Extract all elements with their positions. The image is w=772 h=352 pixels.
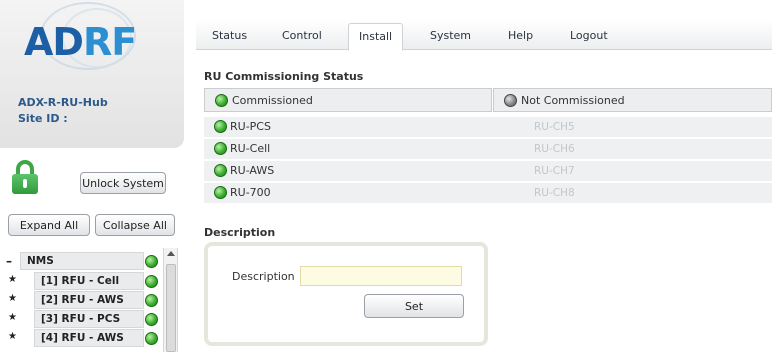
status-led-green-icon (145, 332, 158, 345)
legend-commissioned-label: Commissioned (232, 93, 313, 107)
status-led-green-icon (145, 294, 158, 307)
ru-status-row: RU-AWS RU-CH7 (204, 161, 772, 181)
ru-channel-name: RU-CH6 (534, 143, 575, 155)
status-led-green-icon (214, 186, 227, 199)
ru-status-row: RU-Cell RU-CH6 (204, 139, 772, 159)
description-field-label: Description (232, 270, 295, 283)
tree-root-row[interactable]: – NMS (0, 252, 184, 270)
tree-scrollbar[interactable] (163, 248, 178, 352)
ru-channel-name: RU-CH7 (534, 165, 575, 177)
tab-status[interactable]: Status (212, 29, 247, 42)
status-led-green-icon (145, 313, 158, 326)
tab-system[interactable]: System (430, 29, 471, 42)
device-tree: – NMS ★ [1] RFU - Cell ★ [2] RFU - AWS ★… (0, 248, 184, 352)
status-led-green-icon (214, 120, 227, 133)
tree-item-label[interactable]: [3] RFU - PCS (34, 310, 144, 328)
ru-status-row: RU-700 RU-CH8 (204, 183, 772, 203)
ru-name: RU-PCS (230, 120, 271, 133)
legend-not-commissioned: Not Commissioned (493, 88, 772, 112)
scrollbar-thumb[interactable] (166, 264, 176, 352)
tree-item-label[interactable]: [1] RFU - Cell (34, 272, 144, 290)
expand-all-button[interactable]: Expand All (8, 214, 90, 236)
tree-item[interactable]: ★ [1] RFU - Cell (0, 272, 184, 290)
tab-control[interactable]: Control (282, 29, 322, 42)
tree-item[interactable]: ★ [4] RFU - AWS (0, 329, 184, 347)
tab-logout[interactable]: Logout (570, 29, 608, 42)
ru-name: RU-Cell (230, 142, 271, 155)
collapse-all-button[interactable]: Collapse All (95, 214, 175, 236)
status-led-green-icon (145, 275, 158, 288)
ru-channel-name: RU-CH8 (534, 187, 575, 199)
unlock-system-button[interactable]: Unlock System (80, 172, 166, 194)
legend-commissioned: Commissioned (204, 88, 492, 112)
device-info-panel: ADRF ADX-R-RU-Hub Site ID : (0, 0, 184, 148)
status-led-green-icon (145, 255, 158, 268)
scroll-up-arrow-icon[interactable] (167, 251, 175, 256)
site-id-label: Site ID : (18, 112, 68, 125)
description-input[interactable] (300, 266, 462, 286)
star-icon: ★ (8, 331, 17, 342)
star-icon: ★ (8, 293, 17, 304)
status-led-grey-icon (504, 93, 517, 107)
tree-root-label[interactable]: NMS (20, 252, 144, 270)
ru-status-row: RU-PCS RU-CH5 (204, 117, 772, 137)
padlock-open-icon (12, 160, 38, 194)
main-nav: Status Control Install System Help Logou… (196, 20, 772, 51)
ru-name: RU-AWS (230, 164, 275, 177)
description-title: Description (204, 226, 276, 239)
tree-item[interactable]: ★ [3] RFU - PCS (0, 310, 184, 328)
star-icon: ★ (8, 274, 17, 285)
collapse-icon[interactable]: – (6, 254, 12, 268)
description-panel: Description Set (204, 242, 488, 346)
ru-commissioning-title: RU Commissioning Status (204, 70, 364, 83)
tree-item[interactable]: ★ [2] RFU - AWS (0, 291, 184, 309)
status-led-green-icon (214, 164, 227, 177)
status-led-green-icon (215, 93, 228, 107)
tree-item-label[interactable]: [2] RFU - AWS (34, 291, 144, 309)
legend-not-commissioned-label: Not Commissioned (521, 93, 625, 107)
tab-help[interactable]: Help (508, 29, 533, 42)
ru-name: RU-700 (230, 186, 271, 199)
tree-item-label[interactable]: [4] RFU - AWS (34, 329, 144, 347)
set-button[interactable]: Set (364, 294, 464, 318)
ru-channel-name: RU-CH5 (534, 121, 575, 133)
device-name: ADX-R-RU-Hub (18, 96, 108, 109)
status-led-green-icon (214, 142, 227, 155)
tab-install[interactable]: Install (348, 23, 404, 51)
adrf-logo: ADRF (24, 20, 137, 64)
star-icon: ★ (8, 312, 17, 323)
